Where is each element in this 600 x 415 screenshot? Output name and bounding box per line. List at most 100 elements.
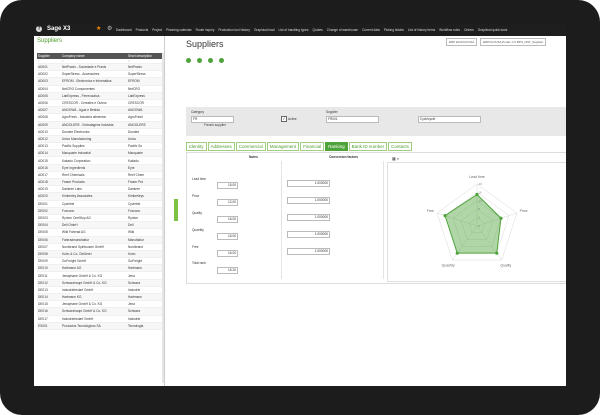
factor-field[interactable]: 1.000000 — [287, 231, 330, 238]
tab-bank-id-number[interactable]: Bank ID number — [348, 142, 388, 151]
active-label: Active — [288, 117, 297, 121]
menu-item[interactable]: Current data — [362, 28, 380, 32]
tab-financial[interactable]: Financial — [300, 142, 325, 151]
table-row[interactable]: DE004 Dell GmbH Dell — [37, 221, 162, 230]
tab-addresses[interactable]: Addresses — [207, 142, 235, 151]
menu-item[interactable]: Project — [152, 28, 162, 32]
table-row[interactable]: AD009 ANGOLERE - Embalagens Industria ANGO… — [37, 121, 162, 129]
table-row[interactable]: DE006 Fahrradmanufaktur Manufaktur — [37, 236, 162, 244]
table-row[interactable]: AD014 Macquarie Industrial Macquarie — [37, 149, 162, 158]
menu-item[interactable]: Quotes — [312, 28, 322, 32]
menu-item[interactable]: Change of warehouse — [327, 28, 358, 32]
table-row[interactable]: AD005 LabExpress - Ferrecautica LabExpress — [37, 92, 162, 100]
table-row[interactable]: DE008 Kuhn & Co. Gießerei Kuhn — [37, 250, 162, 259]
table-row[interactable]: DE017 Industriebedarf GmbH Industrie — [37, 315, 162, 323]
table-row[interactable]: AD010 Dundee Electronics Dundee — [37, 128, 162, 136]
delete-record-icon[interactable] — [207, 58, 213, 63]
table-row[interactable]: AD006 CRESCOR - Cereales e Outros CRESCOR — [37, 99, 162, 108]
table-row[interactable]: AD019 Daintree Labs Daintree — [37, 185, 162, 194]
table-cell: DE002 — [37, 207, 61, 215]
table-row[interactable]: AD003 EFROM - Electronica e Informática EF… — [37, 77, 162, 86]
table-row[interactable]: DE016 Schwarzhaupt GmbH & Co. KG Schwarz — [37, 307, 162, 316]
table-cell: Jenaphane GmbH & Co. KG — [61, 271, 127, 280]
menu-icon[interactable] — [36, 29, 42, 35]
table-row[interactable]: DE015 Jenaphane GmbH & Co. KG Jena — [37, 300, 162, 309]
table-row[interactable]: DE009 GoFreight GmbH GoFreight — [37, 257, 162, 266]
table-row[interactable]: AD013 Pacific Supplies Pacific Su — [37, 142, 162, 151]
table-row[interactable]: AD004 NetCRO Componentes NetCRO — [37, 85, 162, 93]
table-row[interactable]: AD012 Unico Manufacturing Unico — [37, 135, 162, 144]
table-row[interactable]: DE003 Rynton OneStop AG Rynton — [37, 214, 162, 223]
menu-item[interactable]: Graphical lead — [254, 28, 275, 32]
table-row[interactable]: AD007 ANGOWA - Agua e Bebida ANGOWA — [37, 106, 162, 115]
menu-item[interactable]: Picking tickets — [384, 28, 404, 32]
panel-collapse-handle[interactable] — [174, 199, 178, 221]
menu-item[interactable]: Route inquiry — [196, 28, 215, 32]
menu-item[interactable]: Orders — [464, 28, 474, 32]
supplier-name-field[interactable]: Cyclecycle — [418, 116, 481, 123]
table-row[interactable]: AD008 AgroFresh - Industria alimentar Agro… — [37, 113, 162, 122]
note-field[interactable]: 16.00 — [217, 233, 238, 240]
table-row[interactable]: AD001 NetPraxis - Sociedade e Praxis NetPr… — [37, 63, 162, 72]
table-row[interactable]: DE001 Cyclebel Cyclebel — [37, 200, 162, 208]
menu-item[interactable]: Products — [136, 28, 149, 32]
menu-item[interactable]: Dashboard — [116, 28, 132, 32]
table-row[interactable]: AD002 SuperStress - Accessoires SuperStres… — [37, 70, 162, 79]
factor-field[interactable]: 1.000000 — [287, 214, 330, 221]
table-row[interactable]: DE010 Hartmann AG Hartmann — [37, 264, 162, 273]
table-row[interactable]: DE007 Nordbrand Spirituosen GmbH Nordbrand — [37, 243, 162, 251]
supplier-field[interactable]: FR001 — [326, 116, 379, 123]
table-row[interactable]: DE002 Foxconn Foxconn — [37, 207, 162, 215]
menu-item[interactable]: List of history items — [408, 28, 435, 32]
more-actions-icon[interactable] — [218, 58, 224, 63]
table-cell: Macquarie — [127, 149, 162, 158]
radar-data-point — [455, 251, 459, 255]
note-field[interactable]: 15.00 — [217, 182, 238, 189]
factor-field[interactable]: 1.000000 — [287, 180, 330, 187]
tab-contacts[interactable]: Contacts — [388, 142, 412, 151]
table-row[interactable]: DE012 Schwarzhaupt GmbH & Co. KG Schwarz — [37, 279, 162, 287]
table-row[interactable]: AD017 Reef Chemicals Reef Chem — [37, 171, 162, 180]
menu-item[interactable]: Production tool history — [218, 28, 250, 32]
portal-tab[interactable]: ERP/CU/USA Portal: CU BPS_NNT_Supplier — [480, 38, 547, 46]
factor-field[interactable]: 1.000000 — [287, 197, 330, 204]
radar-series-area — [444, 193, 502, 254]
table-row[interactable]: ES001 Productos Tecnológicos SA Tecnologia — [37, 322, 162, 330]
menu-item[interactable]: Graphical quick tools — [478, 28, 508, 32]
table-cell: AD006 — [37, 99, 61, 108]
table-row[interactable]: AD015 Kakadu Corporation Kakadu — [37, 156, 162, 165]
tab-identity[interactable]: Identity — [186, 142, 207, 151]
factor-field[interactable]: 1.000000 — [287, 248, 330, 255]
table-row[interactable]: DE013 Industriebedarf GmbH Industrie — [37, 286, 162, 295]
table-cell: Schwarz — [127, 307, 162, 316]
active-checkbox[interactable]: ✓ — [281, 116, 287, 122]
menu-item[interactable]: List of handling types — [279, 28, 309, 32]
favorite-star-icon[interactable]: ★ — [96, 26, 101, 32]
note-field[interactable]: 12.00 — [217, 199, 238, 206]
tab-commercial[interactable]: Commercial — [235, 142, 266, 151]
chart-options-icon[interactable]: ▦ — [392, 156, 396, 161]
tab-ranking[interactable]: Ranking — [325, 142, 348, 151]
zoom-icon[interactable]: ⌕ — [397, 156, 399, 161]
new-record-icon[interactable] — [186, 58, 191, 63]
table-row[interactable]: DE011 Jenaphane GmbH & Co. KG Jena — [37, 271, 162, 280]
tab-management[interactable]: Management — [266, 142, 300, 151]
radar-category-label: Lead time — [469, 175, 484, 179]
gear-icon[interactable]: ⚙ — [107, 26, 112, 32]
note-field[interactable]: 16.00 — [217, 216, 238, 223]
table-row[interactable]: AD020 Kimberley Associates Kimberleys — [37, 192, 162, 201]
folder-tab[interactable]: ERP ECS/CU/USA — [446, 38, 478, 46]
table-row[interactable]: DE014 Hartmann KG Hartmann — [37, 293, 162, 302]
device-bezel: ? Sage X3 ★ ⚙ Dashboard Products Project Pl… — [0, 0, 600, 415]
table-row[interactable]: AD016 Eyre Ingredients Eyre — [37, 164, 162, 172]
category-field[interactable]: FR — [191, 116, 234, 123]
menu-item[interactable]: Workflow rules — [439, 28, 460, 32]
table-row[interactable]: DE005 Wild Fahrrad AG Wild — [37, 228, 162, 237]
list-scrollbar[interactable] — [162, 53, 164, 383]
table-row[interactable]: AD018 Fraser Products Fraser Prd — [37, 178, 162, 187]
table-cell: Kakadu — [127, 156, 162, 165]
note-field[interactable]: 16.00 — [217, 250, 238, 257]
menu-item[interactable]: Planning calendar — [166, 28, 192, 32]
save-record-icon[interactable] — [196, 58, 202, 63]
main-area: Suppliers ERP ECS/CU/USA ERP/CU/USA Port… — [179, 36, 566, 386]
